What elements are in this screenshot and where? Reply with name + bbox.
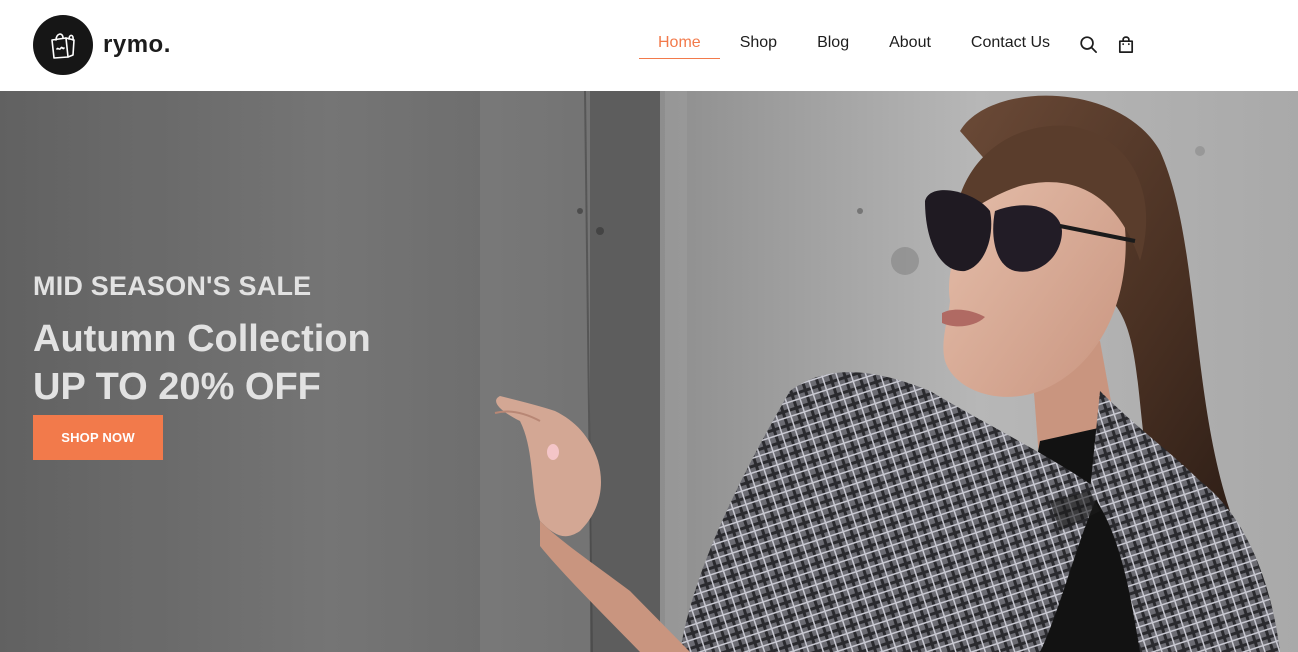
cart-icon[interactable] (1116, 34, 1136, 54)
nav-item-shop[interactable]: Shop (740, 31, 777, 59)
search-icon[interactable] (1078, 34, 1098, 54)
headline-collection: Autumn Collection (33, 318, 371, 360)
site-header: rymo. Home Shop Blog About Contact Us (0, 0, 1298, 91)
nav-item-home[interactable]: Home (639, 31, 720, 59)
sale-label: MID SEASON'S SALE (33, 271, 312, 301)
brand-name: rymo. (103, 31, 171, 58)
main-nav: Home Shop Blog About Contact Us (639, 31, 1050, 59)
hero-copy: MID SEASON'S SALE Autumn Collection UP T… (33, 269, 371, 411)
nav-item-about[interactable]: About (889, 31, 931, 59)
shop-now-button[interactable]: SHOP NOW (33, 415, 163, 460)
shopping-bag-icon (33, 15, 93, 75)
headline-discount: UP TO 20% OFF (33, 366, 321, 408)
nav-item-blog[interactable]: Blog (817, 31, 849, 59)
hero-banner: MID SEASON'S SALE Autumn Collection UP T… (0, 91, 1298, 652)
nav-item-contact-us[interactable]: Contact Us (971, 31, 1050, 59)
brand-logo[interactable]: rymo. (33, 15, 171, 75)
